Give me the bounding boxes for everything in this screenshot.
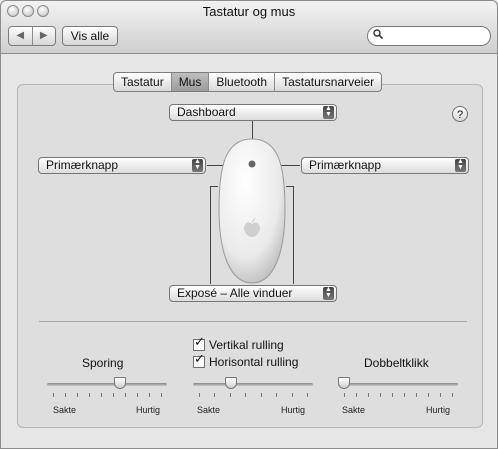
tab-keyboard-shortcuts[interactable]: Tastatursnarveier bbox=[275, 73, 381, 91]
slider-tick bbox=[404, 393, 405, 397]
slider-tick bbox=[291, 393, 293, 397]
tracking-label: Sporing bbox=[82, 356, 124, 370]
slider-tick bbox=[307, 393, 308, 397]
mighty-mouse-image bbox=[218, 138, 286, 284]
top-button-value: Dashboard bbox=[177, 105, 236, 119]
left-button-value: Primærknapp bbox=[46, 158, 119, 172]
updown-arrows-icon: ▲ ▼ bbox=[192, 158, 203, 172]
double-click-min-label: Sakte bbox=[342, 405, 366, 415]
double-click-max-label: Hurtig bbox=[426, 405, 451, 415]
scroll-min-label: Sakte bbox=[197, 405, 221, 415]
scroll-max-label: Hurtig bbox=[281, 405, 306, 415]
slider-tick bbox=[245, 393, 247, 397]
left-button-popup[interactable]: Primærknapp ▲ ▼ bbox=[38, 157, 206, 174]
help-button[interactable]: ? bbox=[452, 106, 468, 122]
connector-line bbox=[210, 186, 211, 284]
horizontal-scroll-label: Horisontal rulling bbox=[209, 355, 299, 369]
checkmark-icon: ✓ bbox=[194, 334, 205, 349]
slider-thumb[interactable] bbox=[113, 377, 126, 389]
back-button[interactable]: ◀ bbox=[9, 27, 33, 45]
slider-tick bbox=[392, 393, 393, 397]
connector-line bbox=[293, 186, 294, 284]
tracking-max-label: Hurtig bbox=[136, 405, 161, 415]
double-click-label: Dobbeltklikk bbox=[364, 356, 429, 370]
vertical-scroll-checkbox[interactable]: ✓ bbox=[193, 335, 205, 351]
tracking-slider[interactable] bbox=[47, 375, 167, 403]
slider-track bbox=[47, 383, 167, 386]
slider-tick bbox=[137, 393, 138, 397]
updown-arrows-icon: ▲ ▼ bbox=[323, 286, 334, 300]
preferences-window: Tastatur og mus ◀ ▶ Vis alle Tastatur Mu… bbox=[0, 0, 498, 449]
slider-track bbox=[338, 383, 458, 386]
bottom-button-popup[interactable]: Exposé – Alle vinduer ▲ ▼ bbox=[169, 285, 337, 302]
tab-bar: Tastatur Mus Bluetooth Tastatursnarveier bbox=[113, 72, 383, 92]
scroll-speed-slider[interactable] bbox=[193, 375, 313, 403]
bottom-button-value: Exposé – Alle vinduer bbox=[177, 286, 293, 300]
slider-tick bbox=[380, 393, 381, 397]
slider-tick bbox=[214, 393, 216, 397]
back-forward-buttons: ◀ ▶ bbox=[8, 26, 56, 46]
slider-tick bbox=[101, 393, 102, 397]
slider-tick bbox=[276, 393, 278, 397]
forward-button[interactable]: ▶ bbox=[33, 27, 56, 45]
tracking-min-label: Sakte bbox=[53, 405, 77, 415]
slider-tick bbox=[344, 393, 345, 397]
updown-arrows-icon: ▲ ▼ bbox=[323, 105, 334, 119]
title-bar: Tastatur og mus ◀ ▶ Vis alle bbox=[1, 1, 497, 54]
show-all-button[interactable]: Vis alle bbox=[62, 26, 118, 46]
slider-tick bbox=[77, 393, 78, 397]
slider-tick bbox=[89, 393, 90, 397]
slider-tick bbox=[125, 393, 126, 397]
slider-tick bbox=[416, 393, 417, 397]
updown-arrows-icon: ▲ ▼ bbox=[455, 158, 466, 172]
slider-track bbox=[193, 383, 313, 386]
slider-tick bbox=[368, 393, 369, 397]
horizontal-scroll-checkbox[interactable]: ✓ bbox=[193, 352, 205, 368]
slider-tick bbox=[440, 393, 441, 397]
slider-thumb[interactable] bbox=[338, 377, 350, 389]
slider-tick bbox=[229, 393, 231, 397]
slider-tick bbox=[356, 393, 357, 397]
top-button-popup[interactable]: Dashboard ▲ ▼ bbox=[169, 104, 337, 121]
slider-tick bbox=[199, 393, 200, 397]
slider-tick bbox=[260, 393, 262, 397]
slider-thumb[interactable] bbox=[225, 377, 238, 389]
right-button-value: Primærknapp bbox=[309, 158, 382, 172]
vertical-scroll-label: Vertikal rulling bbox=[209, 338, 284, 352]
double-click-slider[interactable] bbox=[338, 375, 458, 403]
slider-tick bbox=[428, 393, 429, 397]
tab-keyboard[interactable]: Tastatur bbox=[114, 73, 172, 91]
search-icon bbox=[373, 29, 383, 39]
right-button-popup[interactable]: Primærknapp ▲ ▼ bbox=[301, 157, 469, 174]
search-input[interactable] bbox=[367, 26, 491, 46]
slider-tick bbox=[65, 393, 66, 397]
slider-tick bbox=[149, 393, 150, 397]
checkmark-icon: ✓ bbox=[194, 351, 205, 366]
tab-mouse[interactable]: Mus bbox=[171, 73, 210, 91]
window-title: Tastatur og mus bbox=[202, 4, 296, 19]
slider-tick bbox=[53, 393, 54, 397]
slider-tick bbox=[113, 393, 114, 397]
slider-tick bbox=[161, 393, 162, 397]
section-divider bbox=[39, 321, 467, 322]
tab-bluetooth[interactable]: Bluetooth bbox=[209, 73, 276, 91]
slider-tick bbox=[452, 393, 453, 397]
